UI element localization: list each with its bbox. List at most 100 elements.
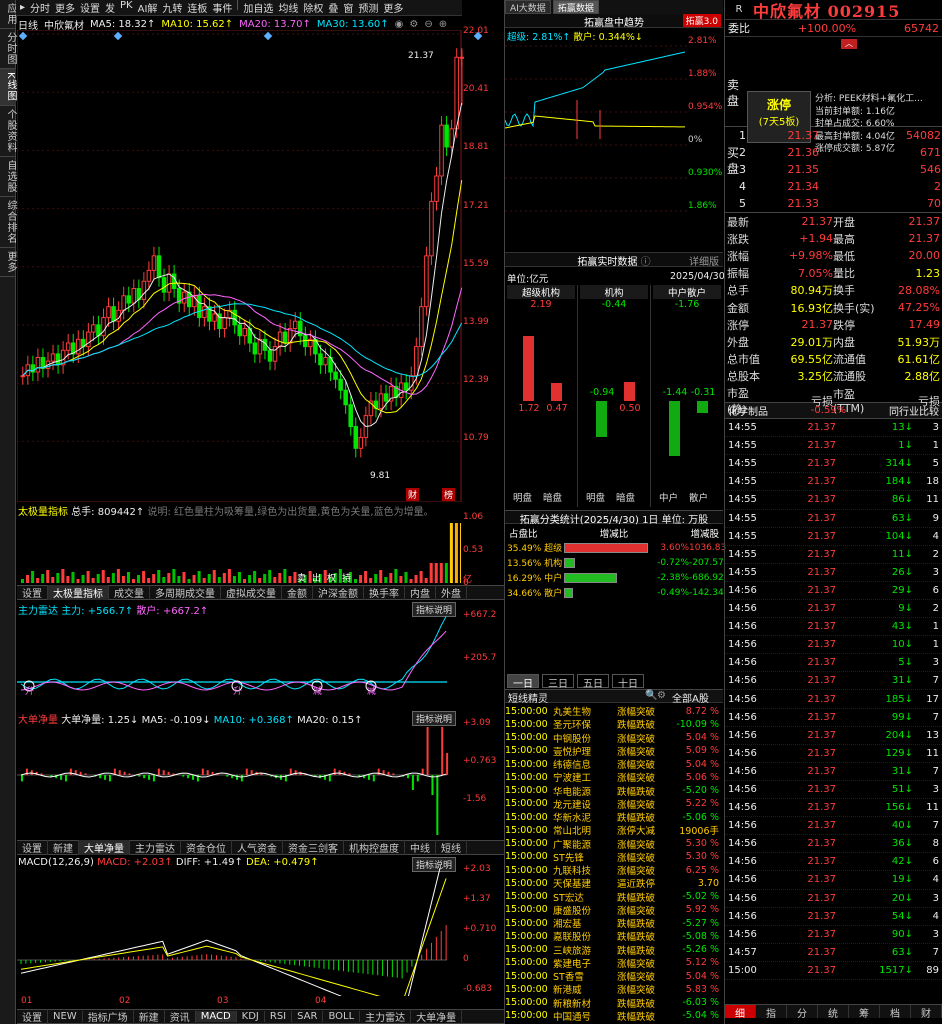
tabs1-tab-0[interactable]: 设置: [17, 585, 48, 600]
search-icon[interactable]: 🔍: [645, 690, 657, 701]
tabs2-tab-4[interactable]: 资金仓位: [181, 840, 232, 855]
volume-chart[interactable]: 卖出权持: [17, 515, 461, 585]
tabs1-tab-1[interactable]: 太极量指标: [48, 585, 109, 600]
tabs2-tab-2[interactable]: 大单净量: [79, 840, 130, 855]
bid-row[interactable]: 4 21.34 2: [739, 178, 941, 195]
news-row[interactable]: 15:00:00 康盛股份 涨幅突破 5.92 %: [505, 903, 723, 916]
toolbar-item-0[interactable]: 分时: [30, 0, 50, 15]
left-tab-2[interactable]: K线图: [0, 69, 16, 106]
tabs2-tab-0[interactable]: 设置: [17, 840, 48, 855]
bid-row[interactable]: 2 21.36 671: [739, 144, 941, 161]
news-row[interactable]: 15:00:00 ST先锋 涨幅突破 5.30 %: [505, 850, 723, 863]
toolbar-item-7[interactable]: 连板: [187, 0, 207, 15]
left-tab-5[interactable]: 综合排名: [0, 197, 16, 248]
news-row[interactable]: 15:00:00 天保基建 逼近跌停 3.70: [505, 876, 723, 890]
settings-icon[interactable]: ⚙: [409, 19, 418, 30]
industry-compare[interactable]: 同行业比较: [889, 403, 939, 418]
tabs1-tab-8[interactable]: 内盘: [405, 585, 436, 600]
btabs-tab-10[interactable]: 主力雷达: [360, 1009, 412, 1024]
right-tab-1[interactable]: 指: [756, 1005, 787, 1020]
btabs-tab-1[interactable]: NEW: [48, 1011, 83, 1022]
tabs1-tab-3[interactable]: 多周期成交量: [150, 585, 221, 600]
left-tab-6[interactable]: 更多: [0, 248, 16, 277]
bid-row[interactable]: 5 21.33 70: [739, 195, 941, 212]
industry-name[interactable]: 化学制品: [728, 403, 768, 418]
toolbar-item-4[interactable]: PK: [120, 0, 133, 15]
period-tab-1[interactable]: 三日: [542, 674, 574, 690]
trend-chart[interactable]: [505, 40, 687, 240]
btabs-tab-8[interactable]: SAR: [292, 1011, 324, 1022]
right-tab-4[interactable]: 筹: [849, 1005, 880, 1020]
btabs-tab-5[interactable]: MACD: [195, 1011, 237, 1022]
right-tab-0[interactable]: 细: [725, 1005, 756, 1020]
period-tab-2[interactable]: 五日: [577, 674, 609, 690]
mid-tab-1[interactable]: 拓赢数据: [552, 0, 599, 14]
period-tab-3[interactable]: 十日: [612, 674, 644, 690]
btabs-tab-4[interactable]: 资讯: [165, 1009, 196, 1024]
toolbar-item-9[interactable]: 加自选: [243, 0, 273, 15]
toolbar-item-11[interactable]: 除权: [303, 0, 323, 15]
tabs2-tab-5[interactable]: 人气资金: [232, 840, 283, 855]
tabs2-tab-6[interactable]: 资金三剑客: [283, 840, 344, 855]
news-row[interactable]: 15:00:00 龙元建设 涨幅突破 5.22 %: [505, 797, 723, 810]
news-row[interactable]: 15:00:00 丸美生物 涨幅突破 8.72 %: [505, 704, 723, 718]
news-row[interactable]: 15:00:00 新港威 涨幅突破 5.83 %: [505, 982, 723, 996]
left-tab-1[interactable]: 分时图: [0, 29, 16, 69]
collapse-icon[interactable]: ︿: [841, 39, 857, 49]
tabs2-tab-8[interactable]: 中线: [405, 840, 436, 855]
right-tab-3[interactable]: 统: [818, 1005, 849, 1020]
news-row[interactable]: 15:00:00 ST宏达 跌幅跌破 -5.02 %: [505, 890, 723, 903]
news-filter[interactable]: 全部A股: [672, 690, 709, 705]
tabs2-tab-9[interactable]: 短线: [436, 840, 467, 855]
macd-chart[interactable]: [17, 868, 461, 996]
tabs1-tab-7[interactable]: 换手率: [364, 585, 405, 600]
news-row[interactable]: 15:00:00 三峡旅游 跌幅跌破 -5.26 %: [505, 943, 723, 956]
toolbar-item-2[interactable]: 设置: [80, 0, 100, 15]
tabs1-tab-6[interactable]: 沪深金额: [313, 585, 364, 600]
news-row[interactable]: 15:00:00 紫建电子 涨幅突破 5.12 %: [505, 956, 723, 969]
news-row[interactable]: 15:00:00 华新水泥 跌幅跌破 -5.06 %: [505, 810, 723, 824]
mid-tab-0[interactable]: AI大数据: [505, 0, 551, 14]
news-row[interactable]: 15:00:00 九联科技 涨幅突破 6.25 %: [505, 863, 723, 877]
toolbar-item-8[interactable]: 事件: [212, 0, 232, 15]
detail-version-link[interactable]: 详细版: [689, 253, 719, 268]
toolbar-item-3[interactable]: 发: [105, 0, 115, 15]
bid-row[interactable]: 1 21.37 54082: [739, 127, 941, 144]
toolbar-item-10[interactable]: 均线: [278, 0, 298, 15]
btabs-tab-2[interactable]: 指标广场: [83, 1009, 134, 1024]
news-row[interactable]: 15:00:00 广聚能源 涨幅突破 5.30 %: [505, 837, 723, 850]
toolbar-item-5[interactable]: AI解: [138, 0, 158, 15]
news-row[interactable]: 15:00:00 中钢股份 涨幅突破 5.04 %: [505, 731, 723, 744]
toolbar-item-1[interactable]: 更多: [55, 0, 75, 15]
left-tab-0[interactable]: 应用: [0, 0, 16, 29]
toolbar-item-15[interactable]: 更多: [383, 0, 403, 15]
news-row[interactable]: 15:00:00 新粮新材 跌幅跌破 -6.03 %: [505, 996, 723, 1009]
btabs-tab-7[interactable]: RSI: [265, 1011, 293, 1022]
period-tab-0[interactable]: 一日: [507, 674, 539, 690]
news-row[interactable]: 15:00:00 常山北明 涨停大减 19006手: [505, 823, 723, 837]
toolbar-item-14[interactable]: 预测: [358, 0, 378, 15]
tabs2-tab-1[interactable]: 新建: [48, 840, 79, 855]
news-row[interactable]: 15:00:00 华电能源 跌幅跌破 -5.20 %: [505, 784, 723, 797]
btabs-tab-9[interactable]: BOLL: [323, 1011, 361, 1022]
toolbar-item-6[interactable]: 九转: [162, 0, 182, 15]
btabs-tab-3[interactable]: 新建: [134, 1009, 165, 1024]
bigorder-chart[interactable]: [17, 723, 461, 839]
tabs1-tab-2[interactable]: 成交量: [109, 585, 150, 600]
radar-chart[interactable]: 升升减减: [17, 614, 461, 710]
news-row[interactable]: 15:00:00 壹悦护理 涨幅突破 5.09 %: [505, 744, 723, 757]
tabs1-tab-4[interactable]: 虚拟成交量: [221, 585, 282, 600]
btabs-tab-6[interactable]: KDJ: [237, 1011, 265, 1022]
left-tab-3[interactable]: 个股资料: [0, 106, 16, 157]
news-row[interactable]: 15:00:00 圣元环保 跌幅跌破 -10.09 %: [505, 717, 723, 731]
news-row[interactable]: 15:00:00 嘉联股份 跌幅跌破 -5.08 %: [505, 929, 723, 943]
info-icon[interactable]: ⓘ: [641, 257, 651, 268]
kline-chart[interactable]: [17, 30, 505, 502]
news-row[interactable]: 15:00:00 纬德信息 涨幅突破 5.04 %: [505, 757, 723, 771]
stats-period[interactable]: 1日: [642, 515, 658, 526]
tuoying-badge[interactable]: 拓赢3.0: [682, 14, 721, 27]
tabs2-tab-7[interactable]: 机构控盘度: [344, 840, 405, 855]
news-row[interactable]: 15:00:00 中国通号 跌幅跌破 -5.04 %: [505, 1009, 723, 1022]
left-tab-4[interactable]: 自选股: [0, 157, 16, 197]
right-tab-6[interactable]: 财: [911, 1005, 942, 1020]
